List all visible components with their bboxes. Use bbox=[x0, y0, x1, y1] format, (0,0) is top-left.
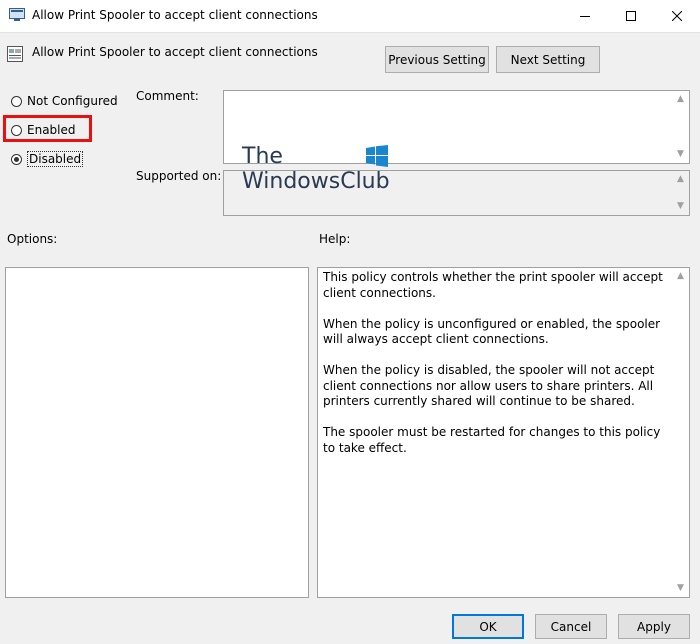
help-text: This policy controls whether the print s… bbox=[323, 270, 669, 472]
disabled-label: Disabled bbox=[27, 151, 84, 167]
supported-scrollbar[interactable]: ▲ ▼ bbox=[672, 171, 689, 215]
title-bar: Allow Print Spooler to accept client con… bbox=[0, 0, 700, 33]
scroll-up-icon[interactable]: ▲ bbox=[677, 268, 684, 285]
scroll-down-icon[interactable]: ▼ bbox=[677, 146, 684, 163]
comment-scrollbar[interactable]: ▲ ▼ bbox=[672, 91, 689, 163]
disabled-radio[interactable] bbox=[11, 153, 22, 165]
cancel-button[interactable]: Cancel bbox=[535, 614, 607, 639]
policy-setting-icon bbox=[7, 46, 23, 62]
watermark-line-1: The bbox=[242, 144, 283, 169]
comment-textarea[interactable]: ▲ ▼ bbox=[223, 90, 690, 164]
not-configured-radio[interactable] bbox=[11, 95, 22, 107]
ok-button[interactable]: OK bbox=[452, 614, 524, 639]
watermark-line-2: WindowsClub bbox=[242, 169, 390, 194]
help-panel[interactable]: This policy controls whether the print s… bbox=[317, 267, 690, 598]
not-configured-label: Not Configured bbox=[27, 94, 118, 108]
options-panel bbox=[5, 267, 309, 598]
minimize-icon bbox=[580, 16, 590, 17]
not-configured-option[interactable]: Not Configured bbox=[11, 94, 118, 108]
help-paragraph: When the policy is disabled, the spooler… bbox=[323, 363, 655, 408]
disabled-option[interactable]: Disabled bbox=[11, 151, 84, 167]
scroll-down-icon[interactable]: ▼ bbox=[677, 198, 684, 215]
options-label: Options: bbox=[7, 232, 58, 246]
maximize-button[interactable] bbox=[608, 0, 654, 32]
maximize-icon bbox=[626, 11, 636, 21]
window-title: Allow Print Spooler to accept client con… bbox=[32, 8, 318, 22]
windows-logo-icon bbox=[366, 145, 388, 167]
scroll-up-icon[interactable]: ▲ bbox=[677, 171, 684, 188]
supported-on-label: Supported on: bbox=[136, 169, 222, 183]
close-icon bbox=[672, 11, 682, 21]
help-paragraph: When the policy is unconfigured or enabl… bbox=[323, 316, 661, 347]
help-paragraph: This policy controls whether the print s… bbox=[323, 270, 663, 300]
scroll-down-icon[interactable]: ▼ bbox=[677, 580, 684, 597]
previous-setting-button[interactable]: Previous Setting bbox=[385, 46, 489, 73]
enabled-highlight-box bbox=[3, 115, 92, 142]
help-label: Help: bbox=[319, 232, 351, 246]
comment-label: Comment: bbox=[136, 89, 199, 103]
help-paragraph: The spooler must be restarted for change… bbox=[323, 425, 661, 455]
apply-button[interactable]: Apply bbox=[618, 614, 690, 639]
next-setting-button[interactable]: Next Setting bbox=[496, 46, 600, 73]
policy-editor-icon bbox=[9, 8, 25, 22]
close-button[interactable] bbox=[654, 0, 700, 32]
minimize-button[interactable] bbox=[562, 0, 608, 32]
policy-title: Allow Print Spooler to accept client con… bbox=[32, 45, 318, 59]
scroll-up-icon[interactable]: ▲ bbox=[677, 91, 684, 108]
help-scrollbar[interactable]: ▲ ▼ bbox=[672, 268, 689, 597]
